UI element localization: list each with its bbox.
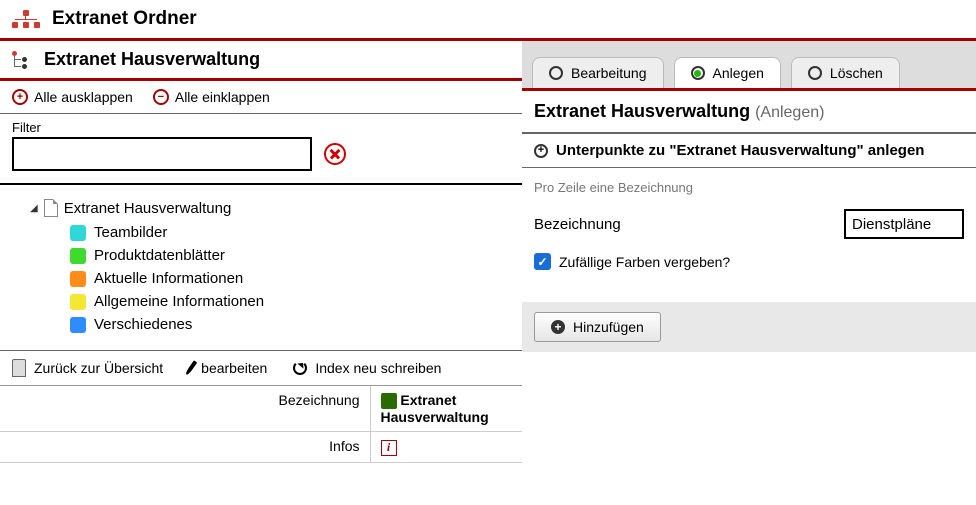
plus-icon: + xyxy=(551,320,565,334)
folder-color-icon xyxy=(70,317,86,333)
top-header: Extranet Ordner xyxy=(0,0,976,41)
folder-color-icon xyxy=(70,294,86,310)
bottom-toolbar: Zurück zur Übersicht bearbeiten Index ne… xyxy=(0,351,522,386)
section-title: Extranet Hausverwaltung xyxy=(44,49,260,70)
clear-filter-button[interactable] xyxy=(324,143,346,165)
tree-item[interactable]: Aktuelle Informationen xyxy=(70,267,510,290)
info-row-value: Extranet Hausverwaltung xyxy=(370,386,522,432)
right-title-text: Extranet Hausverwaltung xyxy=(534,101,750,121)
form-hint: Pro Zeile eine Bezeichnung xyxy=(534,180,964,195)
tree-item[interactable]: Allgemeine Informationen xyxy=(70,290,510,313)
info-bezeichnung-value: Extranet Hausverwaltung xyxy=(381,392,489,425)
random-colors-toggle[interactable]: ✓ Zufällige Farben vergeben? xyxy=(534,253,964,270)
plus-icon: + xyxy=(12,89,28,105)
edit-button[interactable]: bearbeiten xyxy=(189,360,267,376)
tab-delete[interactable]: Löschen xyxy=(791,57,900,88)
collapse-all-button[interactable]: − Alle einklappen xyxy=(153,89,270,105)
clipboard-icon xyxy=(12,359,26,377)
folder-tree: ◢ Extranet Hausverwaltung Teambilder Prod… xyxy=(0,185,522,351)
tree-toolbar: + Alle ausklappen − Alle einklappen xyxy=(0,81,522,114)
checkbox-label: Zufällige Farben vergeben? xyxy=(559,254,730,270)
page-icon xyxy=(44,199,58,217)
tree-item-label: Allgemeine Informationen xyxy=(94,293,264,310)
tab-create[interactable]: Anlegen xyxy=(674,57,781,88)
tree-item-label: Aktuelle Informationen xyxy=(94,270,243,287)
pen-icon xyxy=(185,360,197,375)
treeview-icon xyxy=(12,51,32,69)
reindex-label: Index neu schreiben xyxy=(315,360,441,376)
org-icon xyxy=(12,10,40,28)
accordion-label: Unterpunkte zu "Extranet Hausverwaltung"… xyxy=(556,142,924,159)
tree-item-label: Produktdatenblätter xyxy=(94,247,225,264)
form-button-bar: + Hinzufügen xyxy=(522,302,976,352)
radio-icon xyxy=(549,66,563,80)
expand-all-button[interactable]: + Alle ausklappen xyxy=(12,89,133,105)
folder-color-icon xyxy=(70,271,86,287)
tab-create-label: Anlegen xyxy=(713,65,764,81)
back-label: Zurück zur Übersicht xyxy=(34,360,163,376)
right-panel-title: Extranet Hausverwaltung (Anlegen) xyxy=(522,91,976,134)
tree-item-label: Verschiedenes xyxy=(94,316,192,333)
tab-edit-label: Bearbeitung xyxy=(571,65,647,81)
tree-root[interactable]: ◢ Extranet Hausverwaltung xyxy=(30,199,510,217)
folder-color-icon xyxy=(70,225,86,241)
accordion-header[interactable]: + Unterpunkte zu "Extranet Hausverwaltun… xyxy=(522,134,976,168)
filter-block: Filter xyxy=(0,114,522,185)
tree-root-label: Extranet Hausverwaltung xyxy=(64,200,232,217)
color-chip xyxy=(381,393,397,409)
info-row-value: i xyxy=(370,432,522,463)
tab-edit[interactable]: Bearbeitung xyxy=(532,57,664,88)
plus-icon: + xyxy=(534,144,548,158)
field-label: Bezeichnung xyxy=(534,216,824,233)
filter-input[interactable] xyxy=(12,137,312,171)
back-button[interactable]: Zurück zur Übersicht xyxy=(12,359,163,377)
info-row-label: Infos xyxy=(0,432,370,463)
folder-color-icon xyxy=(70,248,86,264)
tree-item-label: Teambilder xyxy=(94,224,167,241)
edit-label: bearbeiten xyxy=(201,360,267,376)
collapse-all-label: Alle einklappen xyxy=(175,89,270,105)
tabs-bar: Bearbeitung Anlegen Löschen xyxy=(522,41,976,91)
section-header: Extranet Hausverwaltung xyxy=(0,41,522,81)
add-button-label: Hinzufügen xyxy=(573,319,644,335)
tab-delete-label: Löschen xyxy=(830,65,883,81)
info-icon[interactable]: i xyxy=(381,440,397,456)
tree-item[interactable]: Produktdatenblätter xyxy=(70,244,510,267)
minus-icon: − xyxy=(153,89,169,105)
radio-icon xyxy=(808,66,822,80)
page-title: Extranet Ordner xyxy=(52,8,197,30)
tree-item[interactable]: Teambilder xyxy=(70,221,510,244)
right-title-sub: (Anlegen) xyxy=(755,104,824,121)
filter-label: Filter xyxy=(12,120,510,135)
add-button[interactable]: + Hinzufügen xyxy=(534,312,661,342)
reload-icon xyxy=(293,361,307,375)
create-form: Pro Zeile eine Bezeichnung Bezeichnung ✓… xyxy=(522,168,976,302)
bezeichnung-input[interactable] xyxy=(844,209,964,239)
info-table: Bezeichnung Extranet Hausverwaltung Info… xyxy=(0,386,522,463)
tree-item[interactable]: Verschiedenes xyxy=(70,313,510,336)
reindex-button[interactable]: Index neu schreiben xyxy=(293,360,441,376)
info-row-label: Bezeichnung xyxy=(0,386,370,432)
radio-selected-icon xyxy=(691,66,705,80)
expand-all-label: Alle ausklappen xyxy=(34,89,133,105)
checkbox-checked-icon: ✓ xyxy=(534,253,551,270)
collapse-icon[interactable]: ◢ xyxy=(30,203,38,214)
